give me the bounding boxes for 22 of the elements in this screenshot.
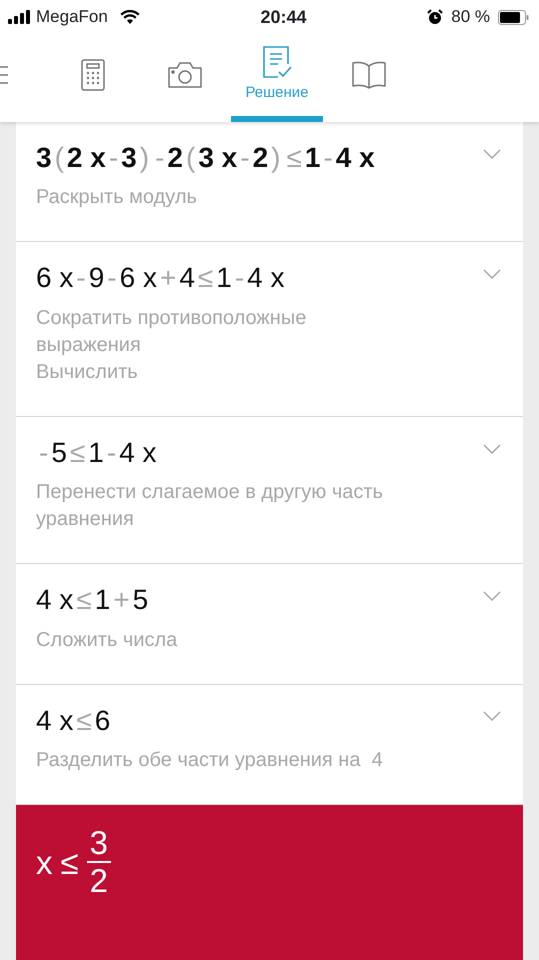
step-description: Перенести слагаемое в другую часть уравнения [36, 480, 384, 532]
alarm-icon [427, 9, 444, 25]
camera-icon [167, 61, 203, 89]
equation: 4 x≤1+5 [36, 583, 148, 618]
clock-time: 20:44 [260, 6, 307, 28]
equation: -5≤1-4 x [38, 436, 157, 470]
step-description: Сократить противоположные выражения [36, 306, 308, 358]
step-description: Разделить обе части уравнения на 4 [36, 748, 384, 773]
equation: 3(2 x-3) -2(3 x-2) ≤1-4 x [36, 141, 375, 175]
step-description: Сложить числа [36, 628, 178, 653]
document-check-icon [262, 46, 292, 80]
wifi-icon [120, 10, 140, 24]
battery-icon [498, 10, 529, 24]
calculator-icon [81, 59, 105, 91]
step-description: Вычислить [36, 360, 139, 385]
equation: 6 x-9-6 x+4≤1-4 x [36, 261, 285, 296]
carrier-name: MegaFon [36, 6, 108, 28]
book-icon [352, 60, 386, 90]
equation: 4 x≤6 [36, 704, 110, 738]
step-description: Раскрыть модуль [36, 185, 198, 210]
battery-percent: 80 % [451, 6, 490, 28]
signal-icon [8, 10, 32, 24]
